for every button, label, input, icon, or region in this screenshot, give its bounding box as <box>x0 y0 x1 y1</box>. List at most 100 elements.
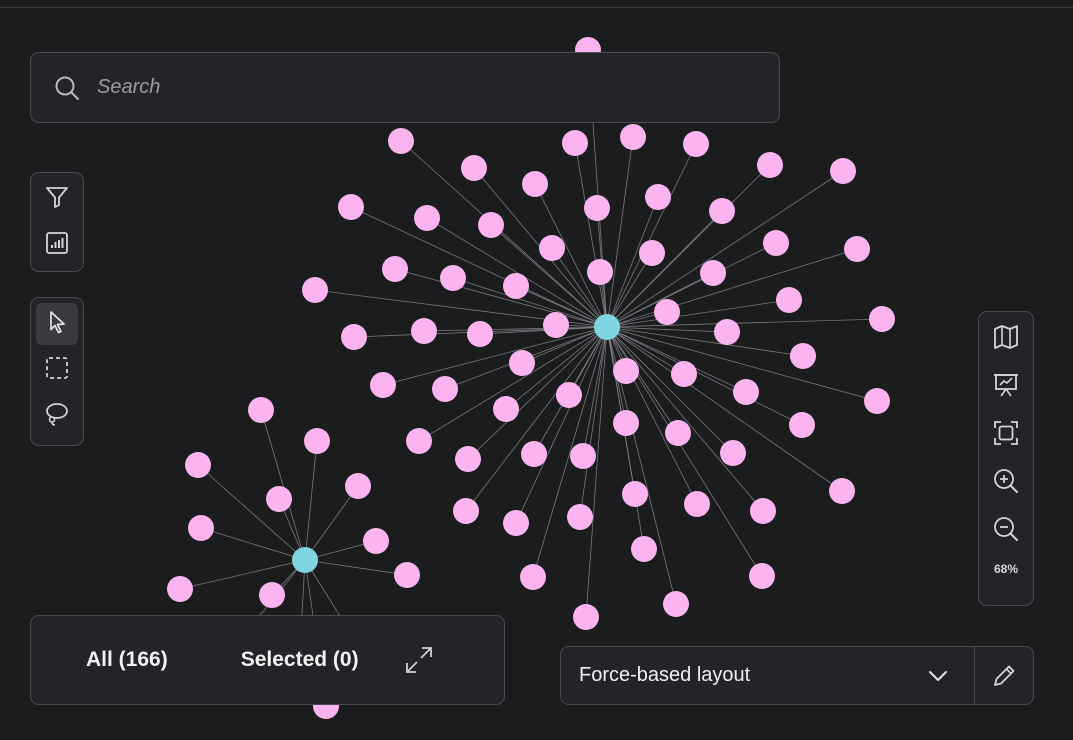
graph-node[interactable] <box>790 343 816 369</box>
graph-node[interactable] <box>714 319 740 345</box>
graph-node[interactable] <box>620 124 646 150</box>
pointer-tool-button[interactable] <box>36 303 78 345</box>
graph-node[interactable] <box>338 194 364 220</box>
graph-node[interactable] <box>188 515 214 541</box>
graph-node[interactable] <box>645 184 671 210</box>
statistics-button[interactable] <box>36 224 78 266</box>
graph-node[interactable] <box>622 481 648 507</box>
graph-node[interactable] <box>665 420 691 446</box>
graph-node[interactable] <box>789 412 815 438</box>
graph-node[interactable] <box>776 287 802 313</box>
graph-node[interactable] <box>750 498 776 524</box>
graph-node[interactable] <box>631 536 657 562</box>
layout-dropdown[interactable]: Force-based layout <box>579 664 918 687</box>
graph-node[interactable] <box>573 604 599 630</box>
graph-node[interactable] <box>570 443 596 469</box>
graph-node[interactable] <box>639 240 665 266</box>
graph-node[interactable] <box>663 591 689 617</box>
graph-node[interactable] <box>467 321 493 347</box>
selected-count[interactable]: Selected (0) <box>241 648 359 672</box>
graph-edge <box>574 142 608 328</box>
graph-node[interactable] <box>864 388 890 414</box>
graph-node[interactable] <box>406 428 432 454</box>
graph-edge <box>606 318 883 328</box>
graph-node[interactable] <box>720 440 746 466</box>
graph-node[interactable] <box>844 236 870 262</box>
zoom-out-icon <box>992 515 1020 548</box>
funnel-icon <box>44 184 70 215</box>
graph-node[interactable] <box>341 324 367 350</box>
graph-node[interactable] <box>700 260 726 286</box>
graph-node[interactable] <box>493 396 519 422</box>
map-button[interactable] <box>985 318 1027 360</box>
graph-node[interactable] <box>304 428 330 454</box>
graph-node[interactable] <box>266 486 292 512</box>
edit-layout-button[interactable] <box>975 646 1033 705</box>
graph-node[interactable] <box>455 446 481 472</box>
graph-node[interactable] <box>522 171 548 197</box>
graph-node[interactable] <box>613 410 639 436</box>
graph-node[interactable] <box>388 128 414 154</box>
pencil-icon <box>990 662 1018 690</box>
graph-node[interactable] <box>363 528 389 554</box>
graph-node[interactable] <box>733 379 759 405</box>
graph-node[interactable] <box>345 473 371 499</box>
filter-button[interactable] <box>36 178 78 220</box>
graph-node[interactable] <box>461 155 487 181</box>
graph-node[interactable] <box>520 564 546 590</box>
graph-node[interactable] <box>167 576 193 602</box>
rectangle-select-button[interactable] <box>36 349 78 391</box>
graph-node[interactable] <box>539 235 565 261</box>
graph-node[interactable] <box>503 273 529 299</box>
graph-node[interactable] <box>440 265 466 291</box>
graph-node[interactable] <box>478 212 504 238</box>
graph-node[interactable] <box>302 277 328 303</box>
graph-node[interactable] <box>829 478 855 504</box>
graph-node[interactable] <box>509 350 535 376</box>
graph-node[interactable] <box>587 259 613 285</box>
all-count[interactable]: All (166) <box>86 648 168 672</box>
fit-to-screen-button[interactable] <box>985 414 1027 456</box>
graph-node[interactable] <box>763 230 789 256</box>
lasso-select-button[interactable] <box>36 395 78 437</box>
graph-node[interactable] <box>185 452 211 478</box>
graph-edge <box>304 485 359 561</box>
graph-node[interactable] <box>671 361 697 387</box>
graph-hub-node[interactable] <box>594 314 620 340</box>
graph-node[interactable] <box>654 299 680 325</box>
presentation-button[interactable] <box>985 366 1027 408</box>
graph-node[interactable] <box>757 152 783 178</box>
graph-node[interactable] <box>248 397 274 423</box>
lasso-icon <box>44 401 70 432</box>
search-bar[interactable] <box>30 52 780 123</box>
graph-node[interactable] <box>259 582 285 608</box>
layout-selector: Force-based layout <box>560 646 1034 705</box>
graph-node[interactable] <box>683 131 709 157</box>
zoom-out-button[interactable] <box>985 510 1027 552</box>
graph-node[interactable] <box>613 358 639 384</box>
graph-node[interactable] <box>453 498 479 524</box>
graph-node[interactable] <box>556 382 582 408</box>
graph-node[interactable] <box>584 195 610 221</box>
search-input[interactable] <box>95 75 739 100</box>
graph-node[interactable] <box>370 372 396 398</box>
graph-node[interactable] <box>382 256 408 282</box>
graph-hub-node[interactable] <box>292 547 318 573</box>
graph-node[interactable] <box>749 563 775 589</box>
graph-node[interactable] <box>521 441 547 467</box>
expand-icon[interactable] <box>403 644 435 676</box>
graph-node[interactable] <box>562 130 588 156</box>
graph-node[interactable] <box>414 205 440 231</box>
graph-node[interactable] <box>543 312 569 338</box>
graph-node[interactable] <box>432 376 458 402</box>
graph-node[interactable] <box>503 510 529 536</box>
graph-node[interactable] <box>869 306 895 332</box>
graph-node[interactable] <box>567 504 593 530</box>
graph-node[interactable] <box>709 198 735 224</box>
graph-node[interactable] <box>830 158 856 184</box>
zoom-in-button[interactable] <box>985 462 1027 504</box>
graph-node[interactable] <box>411 318 437 344</box>
chevron-down-icon[interactable] <box>918 656 958 696</box>
graph-node[interactable] <box>684 491 710 517</box>
graph-node[interactable] <box>394 562 420 588</box>
